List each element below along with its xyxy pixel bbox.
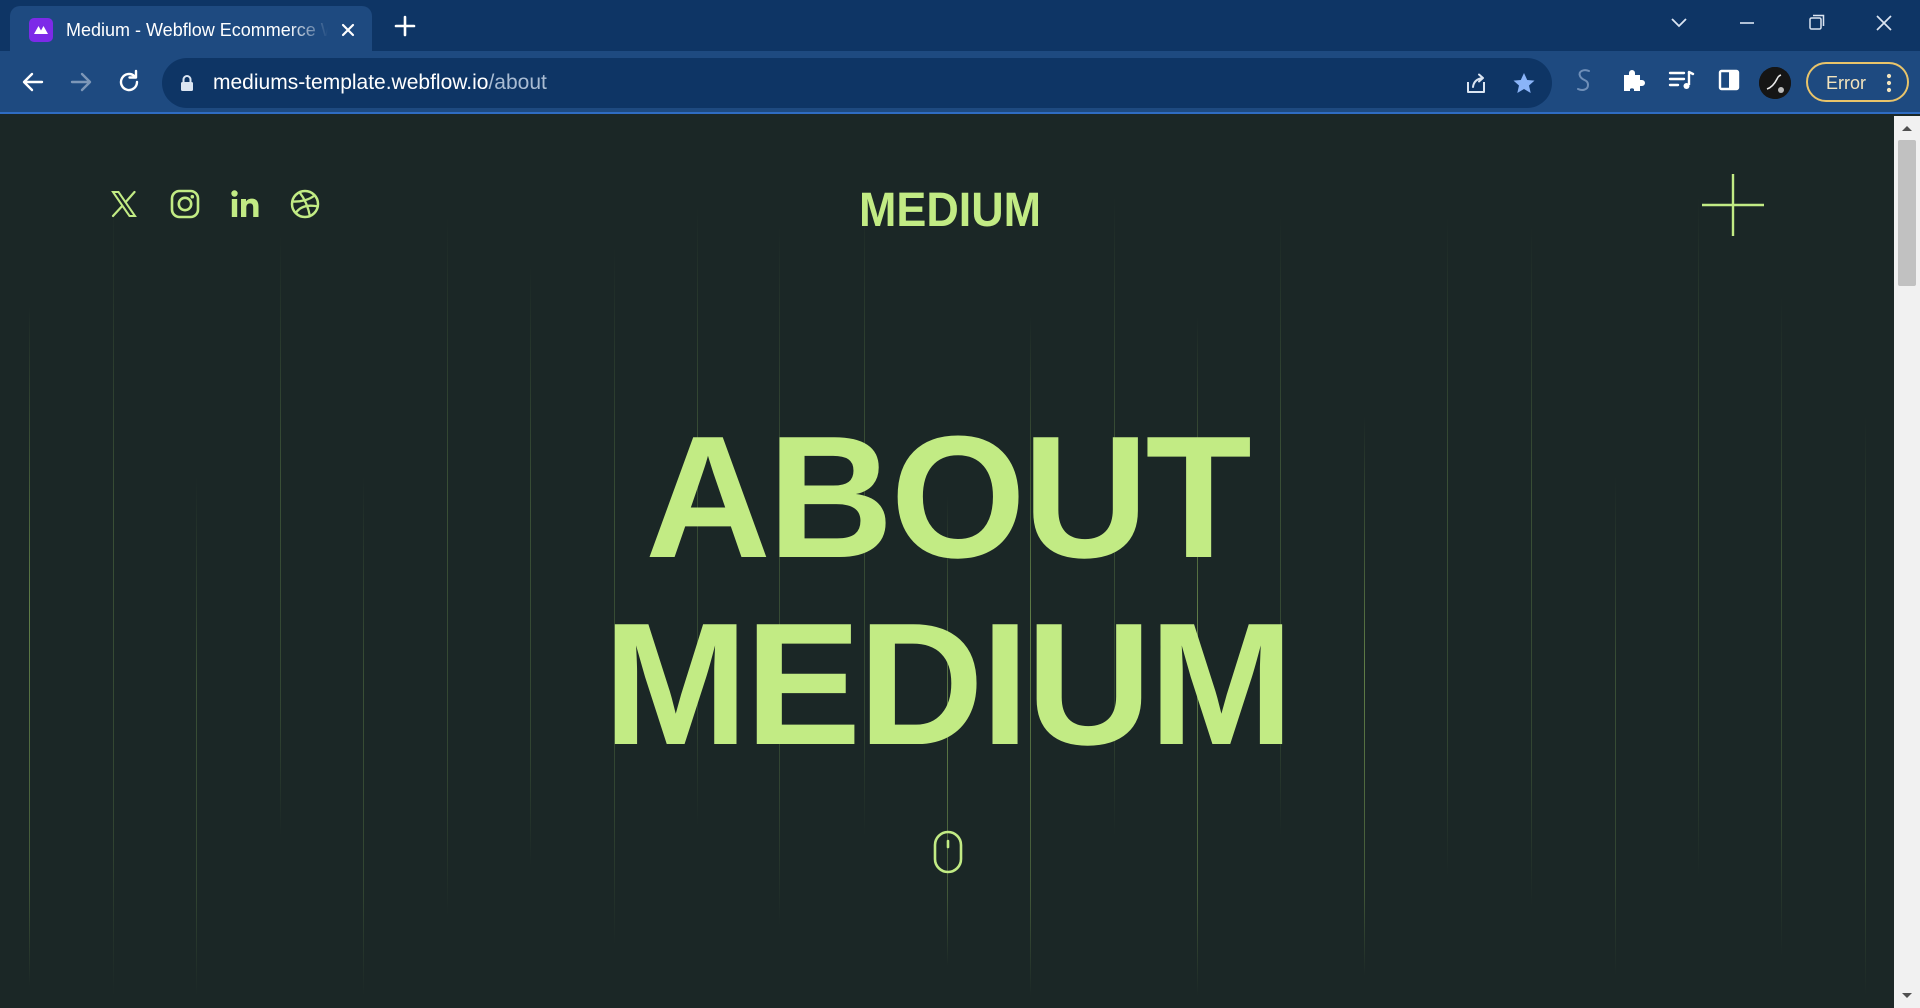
scroll-up-arrow-icon[interactable] [1901, 124, 1913, 132]
medium-logo[interactable]: MEDIUM [855, 178, 1045, 234]
page-scrollbar[interactable] [1894, 116, 1920, 1008]
url-text[interactable]: mediums-template.webflow.io/about [213, 70, 547, 96]
side-panel-icon[interactable] [1713, 64, 1745, 96]
webflow-favicon-icon [29, 18, 53, 42]
back-arrow-icon[interactable] [16, 65, 50, 99]
tab-search-chevron-icon[interactable] [1659, 8, 1699, 38]
close-window-icon[interactable] [1864, 8, 1904, 38]
browser-titlebar: Medium - Webflow Ecommerce Website Templ… [0, 0, 1920, 51]
browser-tab-active[interactable]: Medium - Webflow Ecommerce Website Templ… [10, 6, 372, 51]
scroll-mouse-icon [933, 830, 963, 874]
minimize-icon[interactable] [1727, 8, 1767, 38]
x-twitter-icon[interactable] [108, 188, 140, 220]
new-tab-icon[interactable] [391, 12, 419, 40]
profile-error-label: Error [1826, 73, 1866, 93]
bookmark-star-icon[interactable] [1510, 70, 1538, 98]
lock-icon[interactable] [180, 74, 194, 92]
page-content: MEDIUM ABOUT MEDIUM [0, 116, 1894, 1008]
scroll-down-arrow-icon[interactable] [1901, 992, 1913, 1000]
reload-icon[interactable] [112, 65, 146, 99]
share-icon[interactable] [1462, 70, 1490, 98]
profile-avatar[interactable] [1759, 67, 1791, 99]
more-menu-icon[interactable] [1886, 72, 1892, 94]
address-bar[interactable]: mediums-template.webflow.io/about [162, 58, 1552, 108]
extensions-puzzle-icon[interactable] [1617, 64, 1649, 96]
browser-toolbar: mediums-template.webflow.io/about Error [0, 51, 1920, 114]
logo-text: MEDIUM [859, 184, 1041, 234]
linkedin-icon[interactable] [229, 188, 261, 220]
profile-error-button[interactable]: Error [1806, 62, 1909, 102]
tab-title: Medium - Webflow Ecommerce Website Templ… [66, 20, 328, 40]
hero-title-line2: MEDIUM [603, 586, 1294, 781]
restore-icon[interactable] [1796, 8, 1836, 38]
menu-plus-icon[interactable] [1702, 174, 1764, 236]
dribbble-icon[interactable] [289, 188, 321, 220]
hero-title-line1: ABOUT [645, 399, 1252, 594]
extension-s-icon[interactable] [1568, 64, 1600, 96]
tab-close-icon[interactable] [335, 17, 361, 43]
scrollbar-thumb[interactable] [1898, 140, 1916, 286]
reading-list-icon[interactable] [1665, 64, 1697, 96]
instagram-icon[interactable] [169, 188, 201, 220]
forward-arrow-icon[interactable] [64, 65, 98, 99]
